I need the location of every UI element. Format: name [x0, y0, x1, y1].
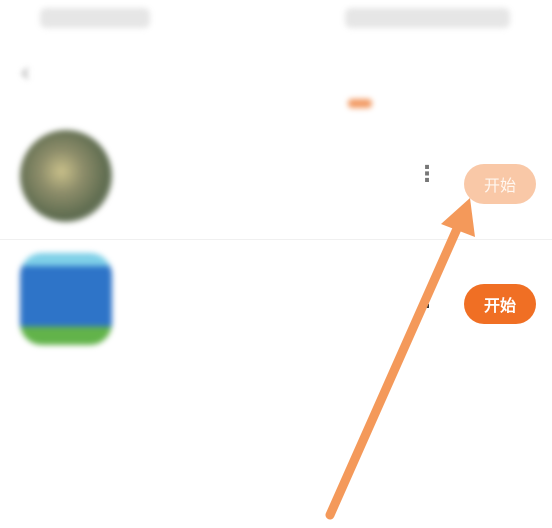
start-button[interactable]: 开始 [464, 164, 536, 204]
back-arrow-icon[interactable]: ‹ [20, 58, 30, 88]
tab-my-games[interactable] [296, 55, 424, 89]
status-bar-left [40, 8, 150, 28]
tab-recent[interactable] [140, 60, 248, 86]
more-options-icon[interactable]: ⋮ [416, 162, 438, 187]
more-options-icon[interactable]: ⋮ [416, 288, 438, 313]
game-icon[interactable] [20, 130, 112, 222]
list-item: ⋮ 开始 [0, 248, 552, 366]
status-bar-right [345, 8, 510, 28]
list-item: ⋮ 开始 [0, 128, 552, 246]
start-button[interactable]: 开始 [464, 284, 536, 324]
active-tab-indicator [348, 99, 372, 108]
divider [0, 239, 552, 240]
game-icon[interactable] [20, 253, 112, 345]
